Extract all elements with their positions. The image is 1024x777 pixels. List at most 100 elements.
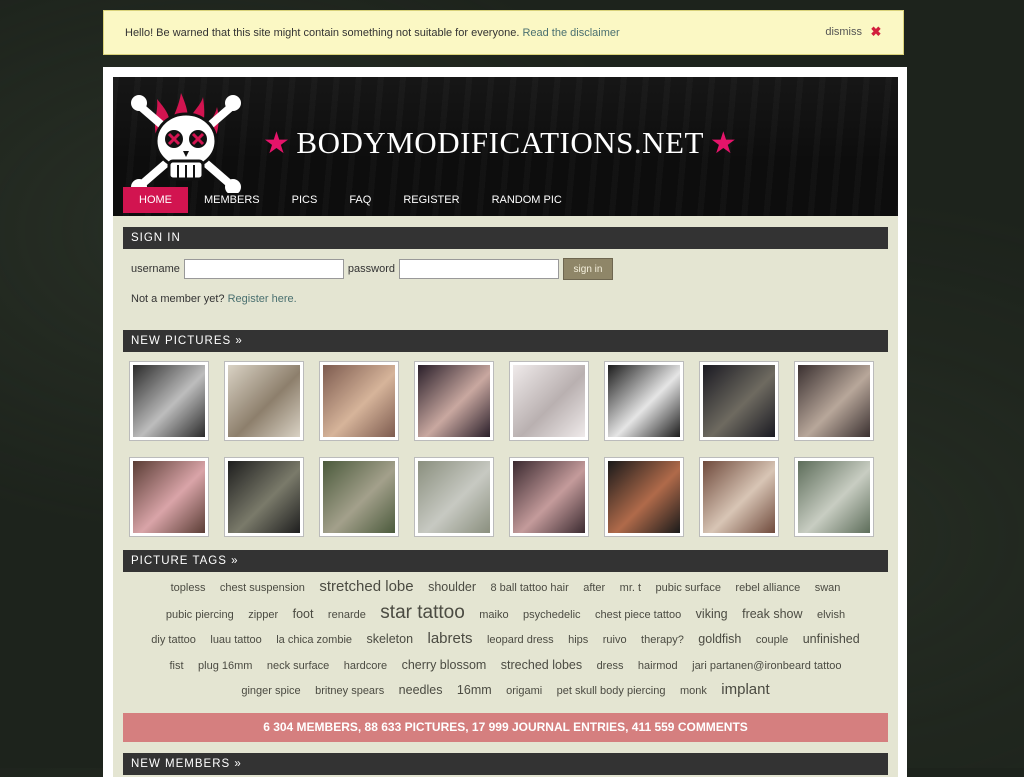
tag-link[interactable]: luau tattoo	[210, 634, 261, 646]
picture-image	[703, 365, 775, 437]
picture-thumbnail[interactable]	[414, 361, 494, 441]
nav-home[interactable]: HOME	[123, 187, 188, 213]
tag-cloud: topless chest suspension stretched lobe …	[133, 575, 878, 704]
tag-link[interactable]: ruivo	[603, 634, 627, 646]
picture-image	[133, 461, 205, 533]
tag-link[interactable]: unfinished	[803, 632, 860, 646]
warning-banner: Hello! Be warned that this site might co…	[103, 10, 904, 55]
picture-thumbnail[interactable]	[604, 457, 684, 537]
warning-message: Hello! Be warned that this site might co…	[125, 27, 620, 39]
tag-link[interactable]: 16mm	[457, 683, 492, 697]
picture-thumbnail[interactable]	[224, 457, 304, 537]
new-members-header[interactable]: NEW MEMBERS »	[123, 753, 888, 775]
password-input[interactable]	[399, 259, 559, 279]
tag-link[interactable]: pubic surface	[656, 582, 721, 594]
tag-link[interactable]: monk	[680, 685, 707, 697]
tag-link[interactable]: star tattoo	[380, 602, 465, 623]
tag-link[interactable]: leopard dress	[487, 634, 554, 646]
tag-link[interactable]: origami	[506, 685, 542, 697]
picture-image	[513, 461, 585, 533]
tag-link[interactable]: diy tattoo	[151, 634, 196, 646]
tag-row: diy tattoo luau tattoo la chica zombie s…	[133, 627, 878, 653]
tag-link[interactable]: hairmod	[638, 660, 678, 672]
dismiss-button[interactable]: dismiss ✖	[825, 24, 882, 39]
picture-image	[798, 365, 870, 437]
tag-link[interactable]: ginger spice	[241, 685, 300, 697]
tag-link[interactable]: implant	[721, 681, 769, 698]
tag-link[interactable]: renarde	[328, 609, 366, 621]
close-icon: ✖	[870, 24, 882, 39]
tag-link[interactable]: pet skull body piercing	[557, 685, 666, 697]
picture-thumbnail[interactable]	[224, 361, 304, 441]
tag-link[interactable]: psychedelic	[523, 609, 580, 621]
tag-link[interactable]: therapy?	[641, 634, 684, 646]
tag-link[interactable]: shoulder	[428, 580, 476, 594]
tag-link[interactable]: hardcore	[344, 660, 387, 672]
tag-link[interactable]: chest suspension	[220, 582, 305, 594]
tag-link[interactable]: labrets	[428, 630, 473, 647]
picture-thumbnail[interactable]	[319, 457, 399, 537]
tag-link[interactable]: zipper	[248, 609, 278, 621]
username-input[interactable]	[183, 259, 344, 279]
tag-link[interactable]: mr. t	[620, 582, 641, 594]
skull-logo-icon[interactable]	[131, 87, 241, 193]
picture-image	[323, 461, 395, 533]
picture-image	[228, 461, 300, 533]
picture-thumbnail[interactable]	[509, 457, 589, 537]
tag-link[interactable]: dress	[597, 660, 624, 672]
tag-link[interactable]: swan	[815, 582, 841, 594]
dismiss-label: dismiss	[825, 26, 862, 38]
tag-link[interactable]: pubic piercing	[166, 609, 234, 621]
tag-link[interactable]: after	[583, 582, 605, 594]
picture-tags-header[interactable]: PICTURE TAGS »	[123, 550, 888, 572]
tag-link[interactable]: hips	[568, 634, 588, 646]
tag-link[interactable]: viking	[696, 607, 728, 621]
new-pictures-header[interactable]: NEW PICTURES »	[123, 330, 888, 352]
picture-thumbnail[interactable]	[604, 361, 684, 441]
tag-link[interactable]: cherry blossom	[402, 658, 487, 672]
tag-link[interactable]: rebel alliance	[735, 582, 800, 594]
tag-row: ginger spice britney spears needles 16mm…	[133, 678, 878, 704]
not-member-label: Not a member yet?	[131, 293, 225, 305]
tag-link[interactable]: fist	[170, 660, 184, 672]
tag-link[interactable]: freak show	[742, 607, 802, 621]
tag-link[interactable]: britney spears	[315, 685, 384, 697]
site-title[interactable]: ★ BODYMODIFICATIONS.NET ★	[263, 125, 737, 161]
disclaimer-link[interactable]: Read the disclaimer	[522, 27, 619, 39]
picture-thumbnail[interactable]	[129, 457, 209, 537]
tag-link[interactable]: goldfish	[698, 632, 741, 646]
tag-link[interactable]: couple	[756, 634, 788, 646]
tag-link[interactable]: la chica zombie	[276, 634, 352, 646]
nav-pics[interactable]: PICS	[276, 187, 334, 213]
tag-link[interactable]: foot	[293, 607, 314, 621]
nav-register[interactable]: REGISTER	[387, 187, 475, 213]
picture-thumbnail[interactable]	[129, 361, 209, 441]
content-area: ★ BODYMODIFICATIONS.NET ★ HOME MEMBERS P…	[113, 77, 898, 777]
tag-link[interactable]: plug 16mm	[198, 660, 252, 672]
picture-thumbnail[interactable]	[794, 361, 874, 441]
tag-link[interactable]: jari partanen@ironbeard tattoo	[692, 660, 841, 672]
tag-link[interactable]: chest piece tattoo	[595, 609, 681, 621]
picture-thumbnail[interactable]	[414, 457, 494, 537]
tag-link[interactable]: stretched lobe	[319, 578, 413, 595]
tag-link[interactable]: maiko	[479, 609, 508, 621]
tag-link[interactable]: elvish	[817, 609, 845, 621]
tag-link[interactable]: topless	[171, 582, 206, 594]
register-link[interactable]: Register here.	[228, 293, 297, 305]
nav-faq[interactable]: FAQ	[333, 187, 387, 213]
picture-thumbnail[interactable]	[319, 361, 399, 441]
tag-link[interactable]: 8 ball tattoo hair	[490, 582, 568, 594]
picture-thumbnail[interactable]	[699, 457, 779, 537]
tag-link[interactable]: streched lobes	[501, 658, 582, 672]
nav-random-pic[interactable]: RANDOM PIC	[476, 187, 578, 213]
tag-link[interactable]: needles	[399, 683, 443, 697]
tag-link[interactable]: neck surface	[267, 660, 329, 672]
nav-members[interactable]: MEMBERS	[188, 187, 276, 213]
signin-form: username password sign in	[131, 258, 613, 280]
star-icon: ★	[709, 126, 738, 160]
picture-thumbnail[interactable]	[699, 361, 779, 441]
signin-button[interactable]: sign in	[563, 258, 613, 280]
picture-thumbnail[interactable]	[794, 457, 874, 537]
picture-thumbnail[interactable]	[509, 361, 589, 441]
tag-link[interactable]: skeleton	[366, 632, 413, 646]
